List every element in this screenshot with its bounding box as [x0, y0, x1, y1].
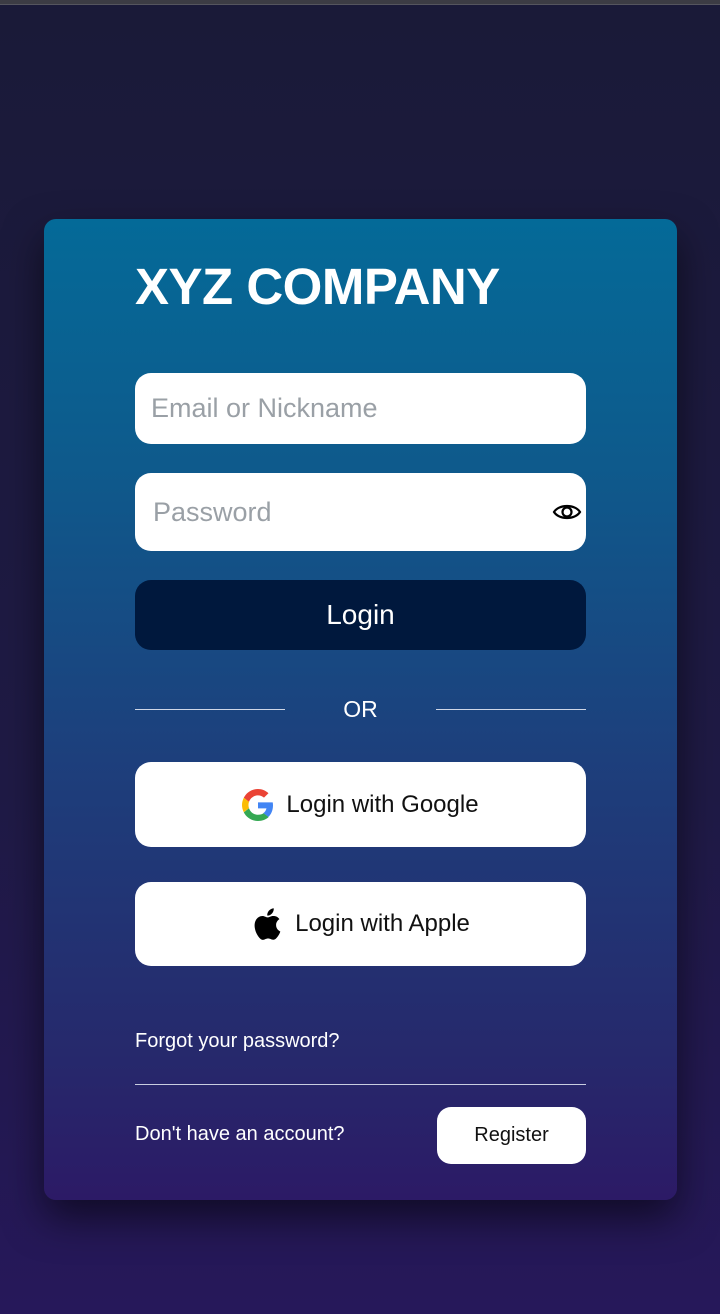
- login-button[interactable]: Login: [135, 580, 586, 650]
- eye-icon[interactable]: [552, 500, 582, 524]
- or-divider-line-right: [436, 709, 586, 710]
- login-card: XYZ COMPANY Login OR Login with Google: [44, 219, 677, 1200]
- password-field-container: [135, 473, 586, 551]
- forgot-password-link[interactable]: Forgot your password?: [135, 1030, 340, 1053]
- google-logo-icon: [242, 788, 274, 821]
- or-divider: OR: [135, 695, 586, 725]
- company-title: XYZ COMPANY: [135, 258, 500, 315]
- status-bar-edge: [0, 0, 720, 5]
- login-with-google-button[interactable]: Login with Google: [135, 762, 586, 847]
- no-account-text: Don't have an account?: [135, 1123, 345, 1145]
- google-button-label: Login with Google: [286, 790, 479, 818]
- apple-button-label: Login with Apple: [295, 910, 470, 937]
- footer-divider: [135, 1084, 586, 1085]
- register-button[interactable]: Register: [437, 1107, 586, 1164]
- email-input[interactable]: [135, 393, 586, 424]
- login-with-apple-button[interactable]: Login with Apple: [135, 882, 586, 966]
- password-input[interactable]: [135, 496, 586, 528]
- apple-logo-icon: [251, 908, 283, 940]
- email-field-container: [135, 373, 586, 444]
